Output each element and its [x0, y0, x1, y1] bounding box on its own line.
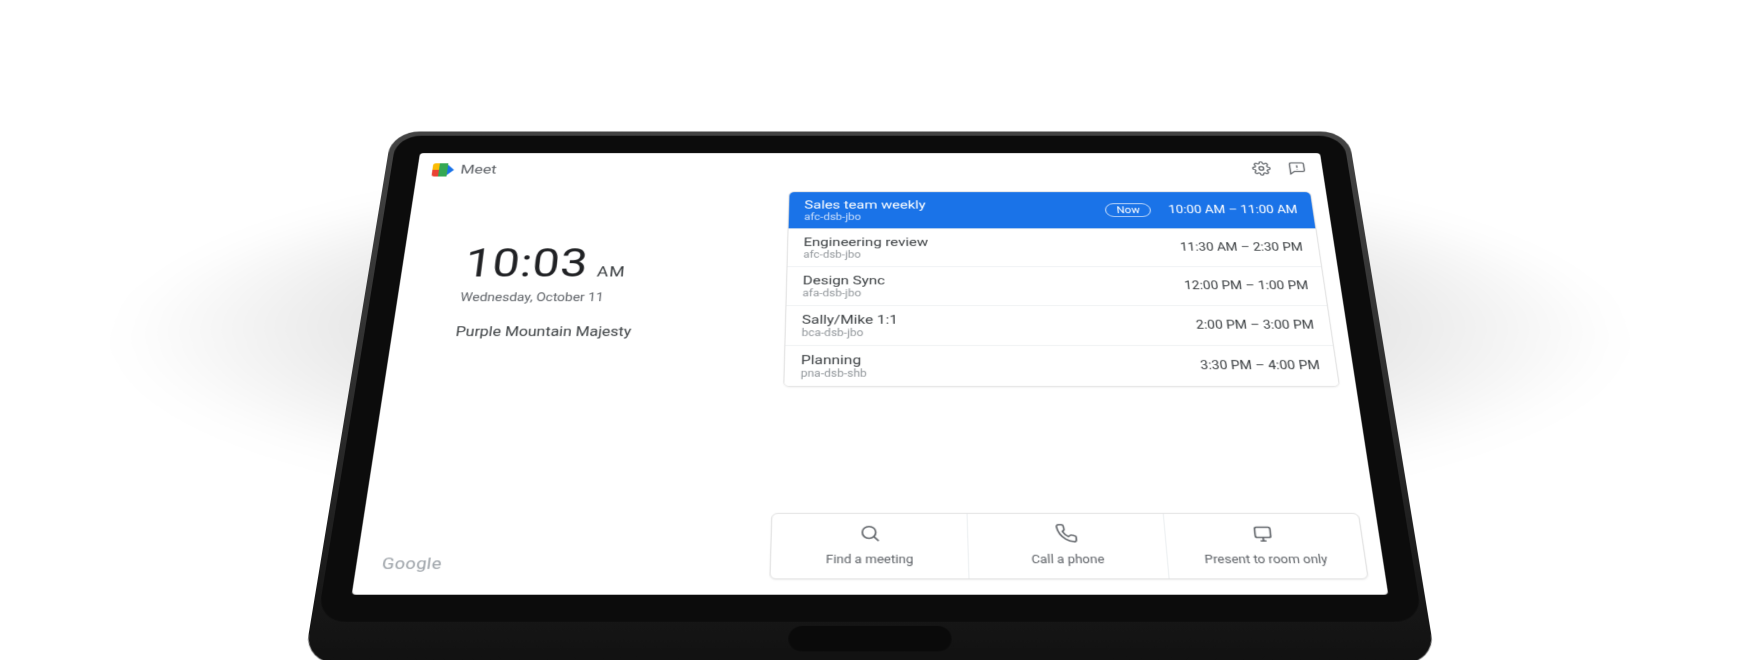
app-name: Meet	[460, 163, 498, 178]
action-label: Find a meeting	[826, 553, 914, 567]
meeting-title: Sally/Mike 1:1	[802, 312, 1197, 327]
now-badge: Now	[1105, 203, 1152, 217]
meeting-title: Design Sync	[803, 273, 1185, 287]
tablet-device: Meet	[317, 136, 1423, 622]
meeting-time: 2:00 PM – 3:00 PM	[1195, 319, 1314, 332]
clock-ampm: AM	[596, 264, 626, 281]
search-icon	[858, 523, 881, 547]
feedback-button[interactable]	[1286, 162, 1309, 178]
meeting-time: 12:00 PM – 1:00 PM	[1184, 280, 1310, 293]
find-meeting-button[interactable]: Find a meeting	[770, 514, 968, 579]
meeting-time: 10:00 AM – 11:00 AM	[1168, 204, 1298, 216]
action-bar: Find a meeting Call a phone Present to r…	[769, 513, 1368, 579]
gear-icon	[1251, 161, 1272, 179]
settings-button[interactable]	[1250, 162, 1273, 178]
meeting-row[interactable]: Engineering reviewafc-dsb-jbo11:30 AM – …	[788, 228, 1321, 266]
meeting-code: afc-dsb-jbo	[803, 249, 1181, 260]
meeting-row[interactable]: Sally/Mike 1:1bca-dsb-jbo2:00 PM – 3:00 …	[785, 305, 1332, 345]
meeting-row[interactable]: Planningpna-dsb-shb3:30 PM – 4:00 PM	[784, 345, 1339, 386]
meet-logo-icon	[431, 163, 454, 176]
feedback-icon	[1287, 161, 1308, 179]
meeting-title: Sales team weekly	[804, 198, 1105, 212]
clock-time: 10:03	[462, 241, 590, 286]
phone-icon	[1054, 523, 1079, 547]
meeting-code: afa-dsb-jbo	[802, 288, 1185, 299]
room-name: Purple Mountain Majesty	[455, 324, 765, 340]
meeting-row[interactable]: Design Syncafa-dsb-jbo12:00 PM – 1:00 PM	[786, 266, 1326, 305]
meet-logo: Meet	[431, 163, 497, 178]
top-bar: Meet	[415, 153, 1325, 185]
meeting-time: 3:30 PM – 4:00 PM	[1200, 359, 1321, 372]
meeting-code: bca-dsb-jbo	[801, 327, 1197, 338]
meeting-title: Engineering review	[803, 235, 1180, 249]
present-button[interactable]: Present to room only	[1162, 514, 1367, 579]
clock-panel: 10:03 AM Wednesday, October 11 Purple Mo…	[381, 191, 770, 513]
action-label: Present to room only	[1204, 553, 1329, 567]
clock-date: Wednesday, October 11	[459, 292, 766, 305]
meeting-code: afc-dsb-jbo	[804, 212, 1106, 223]
meeting-code: pna-dsb-shb	[801, 368, 1202, 380]
meeting-title: Planning	[801, 353, 1201, 368]
google-wordmark: Google	[371, 555, 443, 580]
meeting-row[interactable]: Sales team weeklyafc-dsb-jboNow 10:00 AM …	[789, 192, 1316, 228]
action-label: Call a phone	[1031, 553, 1105, 567]
call-phone-button[interactable]: Call a phone	[967, 514, 1168, 579]
meeting-time: 11:30 AM – 2:30 PM	[1179, 241, 1303, 253]
present-icon	[1250, 523, 1276, 547]
screen: Meet	[352, 153, 1389, 595]
meeting-list: Sales team weeklyafc-dsb-jboNow10:00 AM …	[783, 191, 1340, 387]
